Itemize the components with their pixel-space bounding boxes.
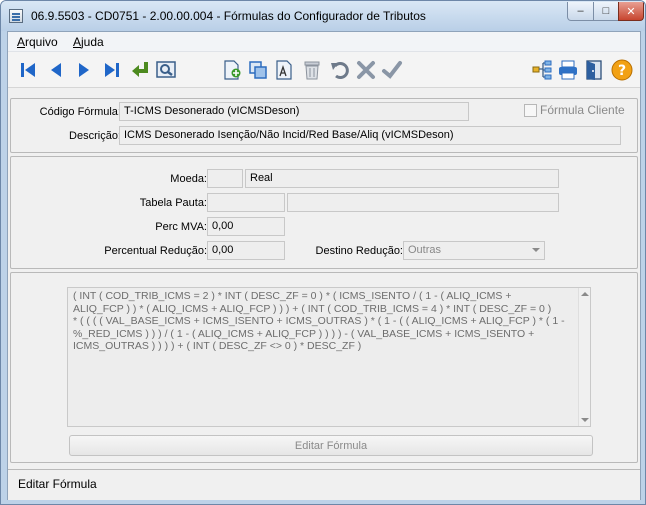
destino-reducao-value: Outras bbox=[408, 244, 442, 256]
toolbar: ? bbox=[8, 52, 640, 88]
menu-ajuda-accel: A bbox=[73, 35, 82, 49]
maximize-button[interactable]: □ bbox=[593, 2, 619, 21]
undo-button[interactable] bbox=[328, 58, 352, 82]
last-icon bbox=[105, 63, 119, 77]
params-panel: Moeda: Real Tabela Pauta: Perc MVA: 0,00… bbox=[10, 156, 638, 269]
search-icon bbox=[156, 61, 176, 78]
header-panel: Código Fórmula: T-ICMS Desonerado (vICMS… bbox=[10, 98, 638, 153]
chevron-down-icon bbox=[532, 248, 540, 252]
menu-arquivo-accel: A bbox=[17, 35, 26, 49]
first-record-button[interactable] bbox=[16, 58, 40, 82]
copy-icon bbox=[249, 61, 267, 79]
exit-icon bbox=[586, 60, 602, 80]
close-button[interactable]: ✕ bbox=[618, 2, 644, 21]
tabela-pauta-code-field[interactable] bbox=[207, 193, 285, 212]
print-icon bbox=[559, 60, 577, 80]
formula-scrollbar[interactable] bbox=[578, 288, 590, 426]
destino-reducao-dropdown[interactable]: Outras bbox=[403, 241, 545, 260]
new-icon bbox=[224, 60, 241, 80]
previous-record-button[interactable] bbox=[44, 58, 68, 82]
print-button[interactable] bbox=[556, 58, 580, 82]
undo-icon bbox=[331, 62, 349, 79]
select-return-icon bbox=[132, 62, 148, 77]
percentual-reducao-label: Percentual Redução: bbox=[104, 245, 207, 257]
previous-icon bbox=[51, 63, 61, 77]
client-area: Arquivo Ajuda ? Código Fórmula: T-ICMS D… bbox=[7, 31, 641, 500]
minimize-button[interactable]: – bbox=[567, 2, 594, 21]
scroll-down-icon[interactable] bbox=[581, 418, 589, 422]
codigo-formula-label: Código Fórmula: bbox=[39, 106, 121, 118]
percentual-reducao-field[interactable]: 0,00 bbox=[207, 241, 285, 260]
maximize-icon: □ bbox=[602, 5, 610, 17]
cancel-icon bbox=[357, 61, 375, 79]
help-icon: ? bbox=[611, 59, 633, 81]
descricao-field[interactable]: ICMS Desonerado Isenção/Não Incid/Red Ba… bbox=[119, 126, 621, 145]
delete-button[interactable] bbox=[300, 58, 324, 82]
confirm-button[interactable] bbox=[380, 58, 404, 82]
menu-bar: Arquivo Ajuda bbox=[8, 32, 640, 52]
copy-button[interactable] bbox=[246, 58, 270, 82]
next-icon bbox=[79, 63, 89, 77]
next-record-button[interactable] bbox=[72, 58, 96, 82]
status-text: Editar Fórmula bbox=[18, 477, 97, 491]
cancel-button[interactable] bbox=[354, 58, 378, 82]
minimize-icon: – bbox=[577, 5, 584, 17]
menu-arquivo-label: rquivo bbox=[25, 35, 58, 49]
menu-arquivo[interactable]: Arquivo bbox=[17, 35, 58, 49]
menu-ajuda-label: juda bbox=[81, 35, 104, 49]
search-button[interactable] bbox=[154, 58, 178, 82]
formula-cliente-label: Fórmula Cliente bbox=[540, 103, 625, 117]
editar-formula-button[interactable]: Editar Fórmula bbox=[69, 435, 593, 456]
new-button[interactable] bbox=[220, 58, 244, 82]
select-return-button[interactable] bbox=[128, 58, 152, 82]
first-icon bbox=[21, 63, 35, 77]
codigo-formula-field[interactable]: T-ICMS Desonerado (vICMSDeson) bbox=[119, 102, 469, 121]
app-icon bbox=[9, 9, 23, 23]
help-button[interactable]: ? bbox=[610, 58, 634, 82]
confirm-icon bbox=[382, 61, 402, 79]
formula-text: ( INT ( COD_TRIB_ICMS = 2 ) * INT ( DESC… bbox=[73, 290, 565, 353]
perc-mva-label: Perc MVA: bbox=[155, 221, 207, 233]
close-icon: ✕ bbox=[626, 5, 636, 18]
edit-button[interactable] bbox=[272, 58, 296, 82]
perc-mva-field[interactable]: 0,00 bbox=[207, 217, 285, 236]
last-record-button[interactable] bbox=[100, 58, 124, 82]
scroll-up-icon[interactable] bbox=[581, 292, 589, 296]
status-bar: Editar Fórmula bbox=[8, 469, 640, 500]
menu-ajuda[interactable]: Ajuda bbox=[73, 35, 104, 49]
moeda-code-field[interactable] bbox=[207, 169, 243, 188]
svg-text:?: ? bbox=[618, 63, 626, 79]
tabela-pauta-description-field bbox=[287, 193, 559, 212]
formula-cliente-checkbox[interactable] bbox=[524, 104, 537, 117]
formula-textarea[interactable]: ( INT ( COD_TRIB_ICMS = 2 ) * INT ( DESC… bbox=[67, 287, 591, 427]
tabela-pauta-label: Tabela Pauta: bbox=[139, 197, 207, 209]
window-title: 06.9.5503 - CD0751 - 2.00.00.004 - Fórmu… bbox=[31, 9, 426, 23]
edit-icon bbox=[276, 60, 292, 80]
formula-panel: ( INT ( COD_TRIB_ICMS = 2 ) * INT ( DESC… bbox=[10, 272, 638, 463]
moeda-description-field: Real bbox=[245, 169, 559, 188]
delete-icon bbox=[304, 61, 320, 80]
moeda-label: Moeda: bbox=[170, 173, 207, 185]
destino-reducao-label: Destino Redução: bbox=[315, 245, 403, 257]
title-bar[interactable]: 06.9.5503 - CD0751 - 2.00.00.004 - Fórmu… bbox=[1, 1, 645, 31]
tree-icon bbox=[532, 60, 552, 80]
app-window: 06.9.5503 - CD0751 - 2.00.00.004 - Fórmu… bbox=[0, 0, 646, 505]
tree-button[interactable] bbox=[530, 58, 554, 82]
descricao-label: Descrição: bbox=[69, 130, 121, 142]
exit-button[interactable] bbox=[582, 58, 606, 82]
